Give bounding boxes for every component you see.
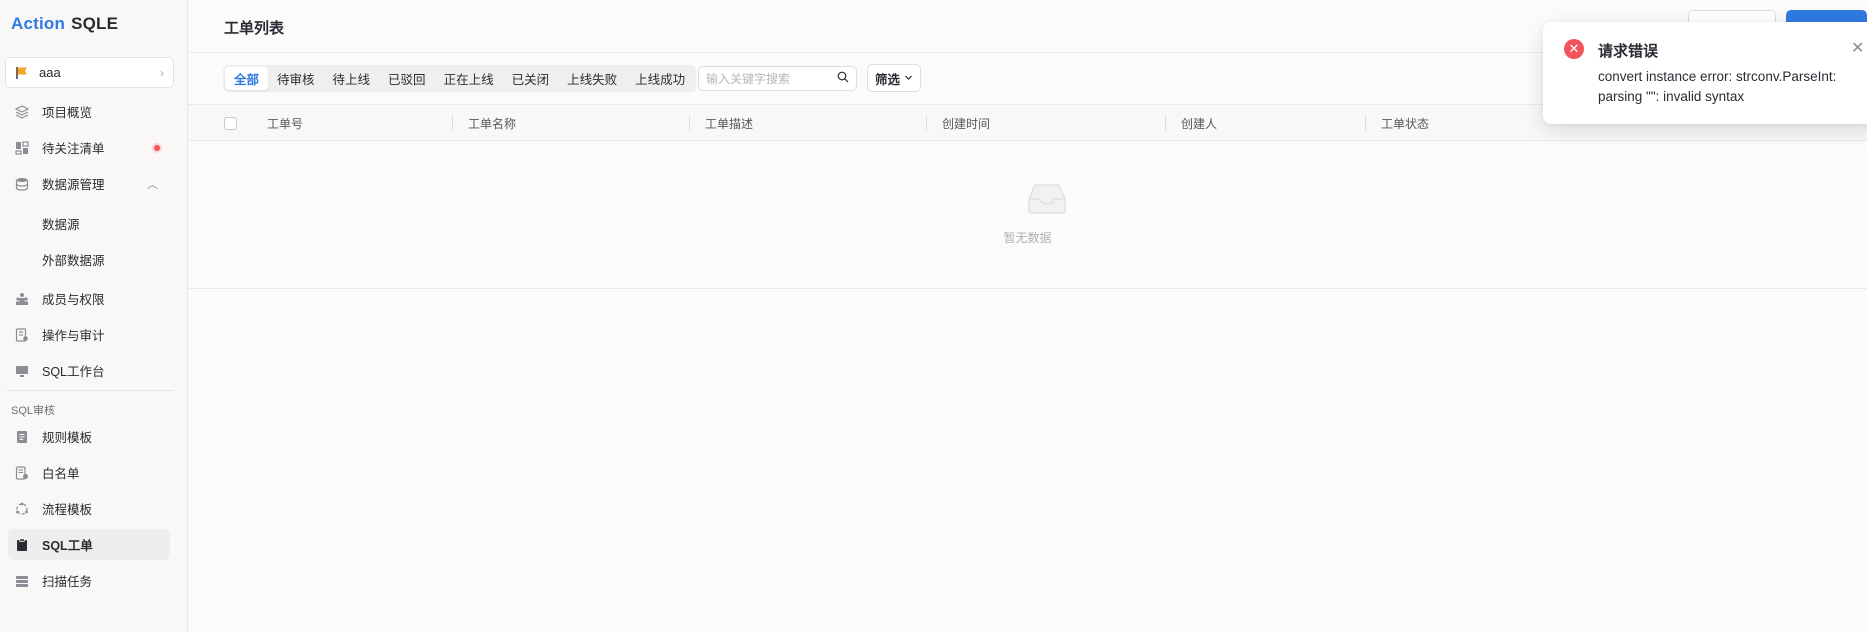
tab-closed[interactable]: 已关闭: [503, 67, 559, 90]
column-separator: [926, 115, 927, 131]
sidebar-item-sql-ticket[interactable]: SQL工单: [8, 529, 170, 560]
tab-pending-review[interactable]: 待审核: [268, 67, 324, 90]
column-header-ticket-id[interactable]: 工单号: [267, 105, 303, 141]
column-separator: [689, 115, 690, 131]
sidebar-item-label: 成员与权限: [42, 293, 105, 307]
sidebar-item-scan-task[interactable]: 扫描任务: [8, 565, 170, 596]
sidebar-item-sql-workbench[interactable]: SQL工作台: [8, 355, 170, 386]
column-separator: [1365, 115, 1366, 131]
sidebar-item-datasource[interactable]: 数据源: [8, 208, 170, 239]
select-all-checkbox[interactable]: [224, 117, 237, 130]
column-header-ticket-description[interactable]: 工单描述: [689, 105, 754, 141]
sidebar-item-label: 白名单: [42, 467, 80, 481]
sidebar-item-label: 项目概览: [42, 106, 93, 120]
project-selector[interactable]: aaa ›: [5, 57, 174, 88]
sidebar-divider: [7, 390, 174, 391]
sidebar-item-label: SQL工作台: [42, 365, 105, 379]
layers-icon: [15, 104, 29, 119]
document-icon: [15, 430, 29, 444]
sidebar-item-label: SQL工单: [42, 539, 93, 553]
filter-button[interactable]: 筛选: [867, 64, 921, 92]
sidebar-item-external-datasource[interactable]: 外部数据源: [8, 244, 170, 275]
scan-icon: [15, 574, 29, 588]
sidebar-item-label: 扫描任务: [42, 575, 93, 589]
tab-launch-succeeded[interactable]: 上线成功: [626, 67, 694, 90]
sidebar-item-label: 规则模板: [42, 431, 93, 445]
notification-message: convert instance error: strconv.ParseInt…: [1598, 69, 1837, 104]
sidebar-item-label: 数据源: [42, 218, 80, 232]
status-tabs: 全部 待审核 待上线 已驳回 正在上线 已关闭 上线失败 上线成功: [223, 65, 697, 92]
sidebar-item-audit[interactable]: 操作与审计: [8, 319, 170, 350]
error-circle-icon: ✕: [1564, 39, 1584, 59]
filter-label: 筛选: [874, 72, 900, 87]
sidebar-item-label: 流程模板: [42, 503, 93, 517]
empty-state: 暂无数据: [188, 141, 1867, 289]
sidebar-item-label: 数据源管理: [42, 178, 105, 192]
chevron-down-icon: [904, 71, 913, 85]
logo-brand: Action: [11, 14, 66, 33]
monitor-icon: [15, 364, 29, 378]
page-title: 工单列表: [224, 20, 285, 37]
sidebar-item-overview[interactable]: 项目概览: [8, 96, 170, 127]
column-label: 创建人: [1181, 116, 1218, 131]
tab-pending-launch[interactable]: 待上线: [324, 67, 380, 90]
search-box: [698, 66, 857, 91]
database-icon: [15, 177, 29, 191]
tab-launch-failed[interactable]: 上线失败: [558, 67, 626, 90]
audit-icon: [15, 327, 29, 342]
sidebar-item-label: 待关注清单: [42, 142, 105, 156]
column-header-created-time[interactable]: 创建时间: [926, 105, 991, 141]
sidebar-item-whitelist[interactable]: 白名单: [8, 457, 170, 488]
column-label: 创建时间: [942, 116, 991, 131]
column-header-ticket-status[interactable]: 工单状态: [1365, 105, 1430, 141]
chevron-right-icon: ›: [160, 65, 164, 80]
members-icon: [15, 292, 29, 306]
error-notification: ✕ 请求错误 convert instance error: strconv.P…: [1543, 22, 1867, 124]
sidebar-group-label: SQL审核: [11, 405, 56, 417]
sidebar-item-label: 外部数据源: [42, 254, 105, 268]
notification-dot: [154, 144, 160, 151]
tab-rejected[interactable]: 已驳回: [379, 67, 435, 90]
flag-icon: [16, 66, 27, 79]
sidebar-item-datasource-management[interactable]: 数据源管理 ︿: [8, 168, 170, 199]
empty-text: 暂无数据: [1003, 231, 1052, 245]
sidebar-item-watchlist[interactable]: 待关注清单: [8, 132, 170, 163]
column-separator: [1165, 115, 1166, 131]
flow-icon: [15, 502, 29, 516]
sidebar-item-label: 操作与审计: [42, 329, 105, 343]
column-header-creator[interactable]: 创建人: [1165, 105, 1218, 141]
sidebar-item-rule-template[interactable]: 规则模板: [8, 421, 170, 452]
search-icon[interactable]: [837, 71, 849, 86]
tab-launching[interactable]: 正在上线: [435, 67, 503, 90]
chevron-up-icon: ︿: [147, 178, 158, 191]
whitelist-icon: [15, 465, 29, 480]
column-separator: [452, 115, 453, 131]
dashboard-icon: [15, 140, 29, 155]
clipboard-icon: [15, 537, 29, 552]
sidebar: Action SQLE aaa › 项目概览 待关注清单 数据源管理 ︿ 数据源 …: [0, 0, 188, 632]
column-label: 工单描述: [705, 116, 754, 131]
sidebar-item-members[interactable]: 成员与权限: [8, 283, 170, 314]
tab-all[interactable]: 全部: [225, 67, 269, 90]
empty-inbox-icon: [1028, 184, 1066, 214]
column-label: 工单号: [267, 116, 304, 131]
search-input[interactable]: [706, 71, 837, 86]
notification-title: 请求错误: [1598, 43, 1659, 60]
sidebar-item-flow-template[interactable]: 流程模板: [8, 493, 170, 524]
logo-product: SQLE: [71, 14, 119, 33]
column-label: 工单状态: [1381, 116, 1430, 131]
app-logo[interactable]: Action SQLE: [11, 14, 118, 34]
column-label: 工单名称: [468, 116, 517, 131]
column-header-ticket-name[interactable]: 工单名称: [452, 105, 517, 141]
close-icon[interactable]: ✕: [1851, 38, 1864, 58]
project-name: aaa: [39, 65, 61, 80]
